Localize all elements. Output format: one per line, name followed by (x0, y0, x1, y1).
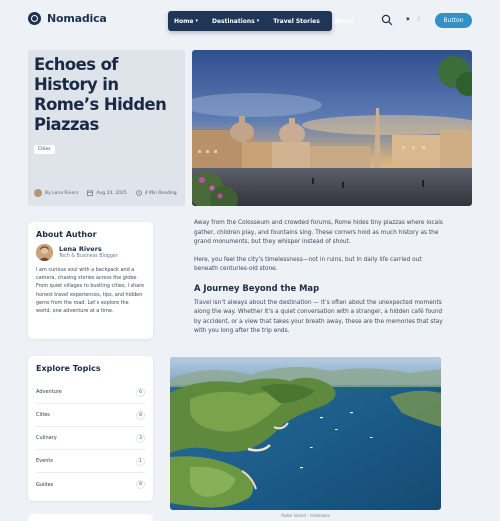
topic-count: 8 (136, 480, 145, 489)
author-byline: By Lena Rivers (45, 190, 79, 196)
author-name[interactable]: Lena Rivers (59, 245, 118, 253)
rome-piazza-photo (192, 50, 472, 206)
topic-label: Adventure (36, 389, 62, 395)
calendar-icon (87, 190, 94, 196)
nav-item-home[interactable]: Home ▾ (174, 18, 198, 25)
author-info: Lena Rivers Tech & Business Blogger (59, 244, 118, 261)
nav-label: Home (174, 17, 194, 25)
post-date: Aug 24, 2025 (96, 190, 127, 196)
author-bio: I am curious soul with a backpack and a … (36, 267, 145, 315)
clock-icon (135, 190, 142, 196)
page-title: Echoes of History in Rome’s Hidden Piazz… (34, 55, 167, 134)
article-heading: A Journey Beyond the Map (194, 282, 320, 293)
about-author-title: About Author (36, 230, 97, 239)
meta-read-time: 4 Min Reading (135, 190, 177, 196)
header-button[interactable]: Button (435, 13, 472, 28)
explore-topics-card: Explore Topics Adventure 6 Cities 8 Culi… (28, 356, 153, 501)
theme-toggle[interactable]: ✷ ☾ (402, 14, 426, 25)
article-paragraph: Travel isn’t always about the destinatio… (194, 299, 443, 335)
topic-count: 8 (136, 410, 145, 420)
topic-list: Adventure 6 Cities 8 Culinary 3 Events 1… (36, 381, 145, 496)
moon-icon: ☾ (417, 16, 423, 23)
brand-name: Nomadica (47, 12, 107, 25)
nav-item-travel-stories[interactable]: Travel Stories (273, 18, 320, 25)
topic-item-events[interactable]: Events 1 (36, 450, 145, 473)
avatar (34, 189, 42, 197)
chevron-down-icon: ▾ (256, 18, 260, 24)
article-paragraph: Away from the Colosseum and crowded foru… (194, 220, 443, 245)
topic-item-guides[interactable]: Guides 8 (36, 473, 145, 496)
meta-author[interactable]: By Lena Rivers (34, 189, 78, 197)
meta-date: Aug 24, 2025 (87, 190, 127, 196)
nav-label: Destinations (211, 17, 255, 25)
topic-label: Cities (36, 412, 50, 418)
nav-label: Travel Stories (273, 17, 320, 25)
category-tag[interactable]: Cities (34, 145, 55, 154)
sidebar-card-partial (28, 514, 153, 521)
explore-topics-title: Explore Topics (36, 364, 101, 373)
article-body: Away from the Colosseum and crowded foru… (194, 219, 444, 345)
topic-item-cities[interactable]: Cities 8 (36, 404, 145, 427)
read-time: 4 Min Reading (144, 190, 177, 196)
sun-icon: ✷ (405, 16, 411, 23)
hero-image (192, 50, 472, 206)
author-row: Lena Rivers Tech & Business Blogger (36, 244, 145, 261)
topic-label: Guides (36, 481, 54, 488)
topic-item-culinary[interactable]: Culinary 3 (36, 427, 145, 450)
avatar[interactable] (36, 244, 53, 261)
topic-count: 1 (136, 456, 145, 466)
author-role: Tech & Business Blogger (59, 254, 118, 259)
nav-item-destinations[interactable]: Destinations ▾ (212, 18, 259, 25)
topic-label: Events (36, 458, 53, 464)
topic-count: 6 (136, 387, 145, 397)
logo-icon (28, 12, 41, 25)
main-nav: Home ▾ Destinations ▾ Travel Stories Abo… (168, 11, 354, 31)
nav-label: About (333, 17, 355, 25)
article-image (170, 357, 441, 510)
padar-island-photo (170, 357, 441, 510)
topic-count: 3 (136, 433, 145, 443)
topic-item-adventure[interactable]: Adventure 6 (36, 381, 145, 404)
about-author-card: About Author Lena Rivers Tech & Business… (28, 222, 153, 339)
post-meta: By Lena Rivers Aug 24, 2025 4 Min Readin… (34, 189, 177, 197)
topic-label: Culinary (36, 435, 57, 441)
image-caption: Padar Island – Indonesia (281, 513, 330, 518)
article-paragraph: Here, you feel the city’s timelessness—n… (194, 256, 422, 273)
chevron-down-icon: ▾ (195, 18, 198, 24)
brand-logo[interactable]: Nomadica (28, 12, 107, 25)
nav-item-about[interactable]: About (334, 18, 354, 25)
hero-card: Echoes of History in Rome’s Hidden Piazz… (28, 50, 185, 206)
search-icon[interactable] (381, 14, 393, 26)
author-photo (36, 244, 53, 261)
